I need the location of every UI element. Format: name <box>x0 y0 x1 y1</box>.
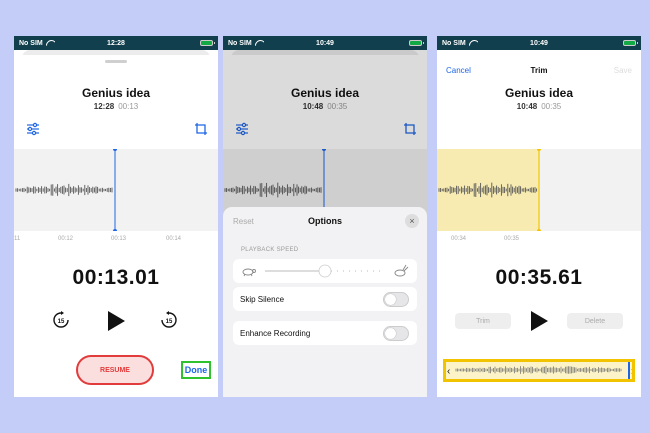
waveform-graphic <box>14 149 117 231</box>
recording-screen: No SIM 12:28 Genius idea 12:28 00:13 11 0… <box>14 36 218 397</box>
options-title: Options <box>308 216 342 226</box>
time-ruler: 11 00:12 00:13 00:14 <box>14 236 218 246</box>
speed-slider-graphic <box>242 264 409 278</box>
options-icon[interactable] <box>26 122 40 136</box>
trim-button[interactable]: Trim <box>455 313 511 329</box>
status-time: 10:49 <box>316 39 334 47</box>
trim-screen: No SIM 10:49 Cancel Trim Save Genius ide… <box>437 36 641 397</box>
resume-button[interactable]: RESUME <box>76 355 154 385</box>
rabbit-icon <box>394 264 409 277</box>
done-button[interactable]: Done <box>181 361 211 379</box>
sheet-grabber[interactable] <box>105 60 127 63</box>
recording-time: 10:48 <box>516 102 538 111</box>
recording-meta: 12:28 00:13 <box>14 102 218 111</box>
trim-icon[interactable] <box>194 122 208 136</box>
wifi-icon <box>255 40 264 46</box>
trim-range-bar[interactable]: ‹ › <box>443 359 635 382</box>
enhance-recording-toggle[interactable] <box>383 326 409 341</box>
skip-silence-label: Skip Silence <box>240 294 285 304</box>
playhead[interactable] <box>628 360 630 381</box>
skip-silence-toggle[interactable] <box>383 292 409 307</box>
skip-back-label: 15 <box>58 319 65 325</box>
tick-label: 00:14 <box>166 236 182 242</box>
skip-back-icon[interactable]: 15 <box>52 311 70 329</box>
trim-nav-title: Trim <box>530 66 548 75</box>
trim-range-graphic: ‹ › <box>447 360 634 381</box>
playback-timer: 00:13.01 <box>72 266 160 289</box>
status-bar: No SIM 10:49 <box>437 36 641 50</box>
play-icon[interactable] <box>530 311 548 331</box>
battery-icon <box>409 40 425 46</box>
status-bar: No SIM 12:28 <box>14 36 218 50</box>
save-button[interactable]: Save <box>614 66 632 75</box>
playback-controls: 15 15 <box>14 311 218 331</box>
recording-title[interactable]: Genius idea <box>14 86 218 100</box>
skip-silence-row: Skip Silence <box>233 287 417 311</box>
wifi-icon <box>46 40 55 46</box>
tick-label: 00:34 <box>451 236 467 242</box>
status-time: 12:28 <box>107 39 125 47</box>
tick-label: 00:35 <box>504 236 520 242</box>
tick-label: 00:12 <box>58 236 74 242</box>
playback-speed-label: PLAYBACK SPEED <box>241 247 299 253</box>
recording-duration: 00:13 <box>118 102 139 111</box>
close-icon[interactable]: × <box>405 214 419 228</box>
battery-icon <box>200 40 216 46</box>
wifi-icon <box>469 40 478 46</box>
status-bar: No SIM 10:49 <box>223 36 427 50</box>
skip-forward-label: 15 <box>166 319 173 325</box>
recording-time: 12:28 <box>93 102 115 111</box>
battery-icon <box>623 40 639 46</box>
options-screen: No SIM 10:49 Genius idea 10:48 00:35 Rese… <box>223 36 427 397</box>
carrier-label: No SIM <box>228 39 252 47</box>
trim-handle-right[interactable]: › <box>631 366 634 377</box>
turtle-icon <box>242 268 256 277</box>
enhance-recording-label: Enhance Recording <box>240 328 311 338</box>
trim-handle-left[interactable]: ‹ <box>447 366 450 377</box>
carrier-label: No SIM <box>442 39 466 47</box>
delete-button[interactable]: Delete <box>567 313 623 329</box>
recording-meta: 10:48 00:35 <box>437 102 641 111</box>
skip-forward-icon[interactable]: 15 <box>160 311 178 329</box>
waveform[interactable] <box>437 149 641 231</box>
tick-label: 00:13 <box>111 236 127 242</box>
enhance-recording-row: Enhance Recording <box>233 321 417 345</box>
recording-title: Genius idea <box>504 86 574 100</box>
carrier-label: No SIM <box>19 39 43 47</box>
status-time: 10:49 <box>530 39 548 47</box>
recording-duration: 00:35 <box>541 102 562 111</box>
tick-label: 11 <box>14 236 21 242</box>
waveform-graphic <box>437 149 541 231</box>
play-icon[interactable] <box>107 311 125 331</box>
time-ruler: 00:34 00:35 <box>437 236 641 246</box>
options-panel: Reset Options × PLAYBACK SPEED Skip Sile… <box>223 207 427 397</box>
playback-timer: 00:35.61 <box>495 266 583 289</box>
playback-speed-slider[interactable] <box>233 259 417 283</box>
waveform[interactable] <box>14 149 218 231</box>
